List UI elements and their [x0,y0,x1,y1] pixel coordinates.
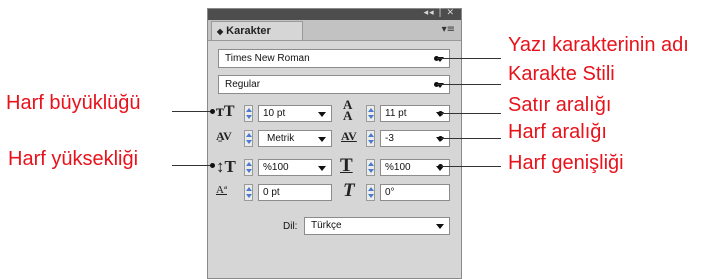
tab-karakter[interactable]: ◆ Karakter [211,21,303,40]
callout-dot [210,109,215,114]
chevron-down-icon [318,137,326,142]
chevron-down-icon [318,166,326,171]
horizontal-scale-stepper[interactable] [366,159,375,176]
tracking-value: -3 [385,133,394,144]
callout-font-style: Karakte Stili [508,63,615,85]
baseline-shift-field[interactable]: 0 pt [258,184,332,201]
font-style-select[interactable]: Regular [218,75,450,94]
chevron-down-icon [436,224,444,229]
kerning-value: Metrik [267,133,295,144]
vertical-scale-stepper[interactable] [244,159,253,176]
skew-field[interactable]: 0° [380,184,450,201]
tracking-icon: AV [341,129,357,143]
skew-stepper[interactable] [366,184,375,201]
font-family-select[interactable]: Times New Roman [218,49,450,68]
baseline-shift-stepper[interactable] [244,184,253,201]
callout-font-size: Harf büyüklüğü [6,92,141,114]
vertical-scale-icon: ↕T [216,157,236,176]
font-family-value: Times New Roman [225,53,310,64]
kerning-icon: A̱V [216,129,232,143]
callout-line [441,166,501,167]
callout-line [437,84,501,85]
callout-font-name: Yazı karakterinin adı [508,34,689,56]
callout-vertical-scale: Harf yüksekliği [8,148,139,170]
panel-title-bar: ◂◂ | ✕ [208,8,461,20]
tab-label: Karakter [226,25,271,37]
font-size-value: 10 pt [263,108,286,119]
panel-menu-icon[interactable]: ▾≡ [442,24,455,35]
callout-line [441,138,501,139]
callout-tracking: Harf aralığı [508,121,607,143]
callout-line [441,113,501,114]
font-style-value: Regular [225,79,261,90]
language-value: Türkçe [311,220,342,231]
skew-icon: T [343,180,355,201]
leading-value: 11 pt [385,108,407,119]
collapse-diamond-icon[interactable]: ◆ [217,27,223,36]
language-select[interactable]: Türkçe [304,217,450,235]
character-panel: ◂◂ | ✕ ◆ Karakter ▾≡ Times New Roman Regu… [207,8,462,279]
callout-horizontal-scale: Harf genişliği [508,152,624,174]
leading-icon: AA [343,97,353,123]
panel-tab-row: ◆ Karakter ▾≡ [208,20,461,41]
callout-line [172,111,212,112]
horizontal-scale-value: %100 [385,162,411,173]
vertical-scale-value: %100 [263,162,289,173]
language-label: Dil: [283,221,298,232]
callout-line [437,58,501,59]
callout-dot [210,163,215,168]
vertical-scale-select[interactable]: %100 [258,159,332,176]
callout-leading: Satır aralığı [508,94,612,116]
kerning-stepper[interactable] [244,130,253,147]
tracking-stepper[interactable] [366,130,375,147]
panel-window-controls[interactable]: ◂◂ | ✕ [424,8,455,18]
horizontal-scale-icon: T [340,155,353,176]
font-size-icon: ᴛT [216,103,235,120]
kerning-select[interactable]: Metrik [258,130,332,147]
font-size-select[interactable]: 10 pt [258,105,332,122]
chevron-down-icon [318,112,326,117]
baseline-shift-icon: Aª [216,184,227,196]
font-size-stepper[interactable] [244,105,253,122]
leading-stepper[interactable] [366,105,375,122]
callout-line [172,165,212,166]
